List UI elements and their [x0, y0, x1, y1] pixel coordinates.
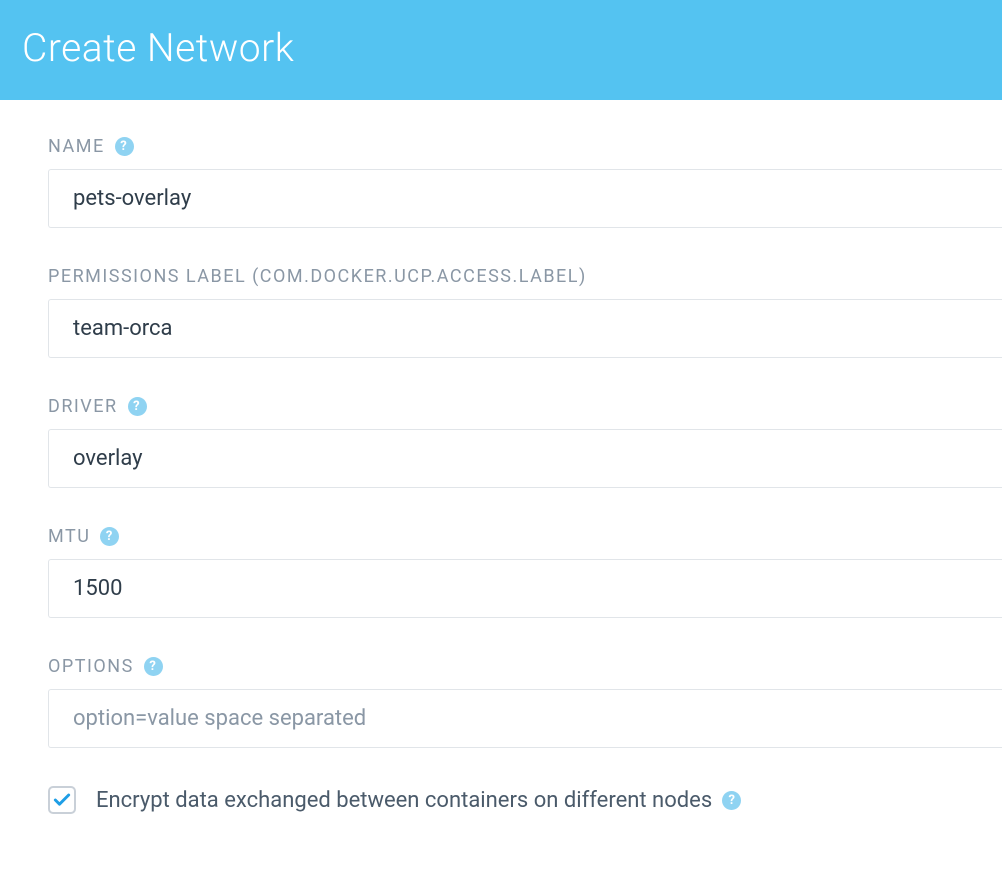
driver-field-group: DRIVER ? — [48, 396, 1002, 488]
options-input[interactable] — [48, 689, 1002, 748]
name-label: NAME ? — [48, 136, 1002, 157]
permissions-field-group: PERMISSIONS LABEL (COM.DOCKER.UCP.ACCESS… — [48, 266, 1002, 358]
page-header: Create Network — [0, 0, 1002, 100]
help-icon[interactable]: ? — [128, 397, 147, 416]
encrypt-label: Encrypt data exchanged between container… — [96, 788, 741, 813]
driver-input[interactable] — [48, 429, 1002, 488]
name-input[interactable] — [48, 169, 1002, 228]
options-label-text: OPTIONS — [48, 656, 134, 677]
name-field-group: NAME ? — [48, 136, 1002, 228]
driver-label-text: DRIVER — [48, 396, 118, 417]
page-title: Create Network — [22, 25, 294, 71]
help-icon[interactable]: ? — [722, 791, 741, 810]
help-icon[interactable]: ? — [100, 527, 119, 546]
permissions-label-text: PERMISSIONS LABEL (COM.DOCKER.UCP.ACCESS… — [48, 266, 587, 287]
help-icon[interactable]: ? — [115, 137, 134, 156]
name-label-text: NAME — [48, 136, 105, 157]
create-network-form: NAME ? PERMISSIONS LABEL (COM.DOCKER.UCP… — [0, 100, 1002, 814]
options-label: OPTIONS ? — [48, 656, 1002, 677]
help-icon[interactable]: ? — [144, 657, 163, 676]
mtu-input[interactable] — [48, 559, 1002, 618]
options-field-group: OPTIONS ? — [48, 656, 1002, 748]
permissions-input[interactable] — [48, 299, 1002, 358]
encrypt-checkbox-row: Encrypt data exchanged between container… — [48, 786, 1002, 814]
check-icon — [52, 790, 72, 810]
encrypt-checkbox[interactable] — [48, 786, 76, 814]
driver-label: DRIVER ? — [48, 396, 1002, 417]
encrypt-label-text: Encrypt data exchanged between container… — [96, 788, 712, 813]
mtu-label: MTU ? — [48, 526, 1002, 547]
permissions-label: PERMISSIONS LABEL (COM.DOCKER.UCP.ACCESS… — [48, 266, 1002, 287]
mtu-field-group: MTU ? — [48, 526, 1002, 618]
mtu-label-text: MTU — [48, 526, 90, 547]
